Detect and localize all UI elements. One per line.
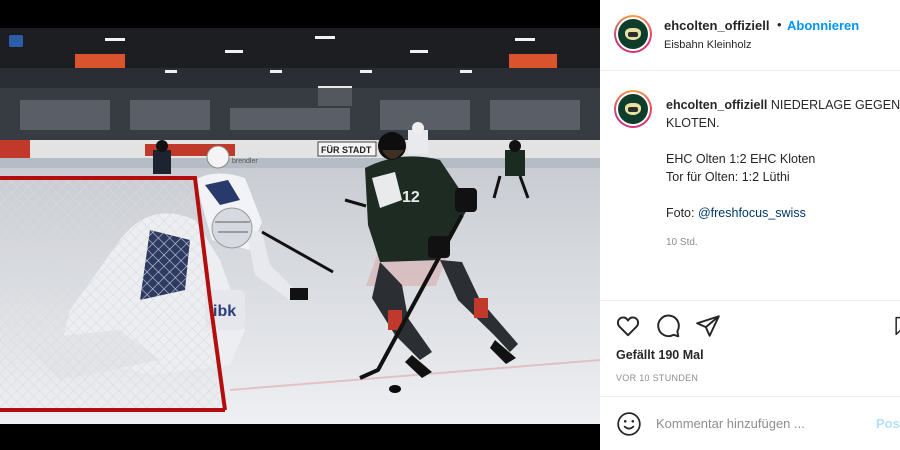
header-username-link[interactable]: ehcolten_offiziell [664, 18, 769, 33]
caption-line-1: NIEDERLAGE GEGEN [770, 98, 900, 112]
caption-line-5: Foto: @freshfocus_swiss [666, 204, 900, 222]
caption-line-2: KLOTEN. [666, 116, 720, 130]
comment-input[interactable] [656, 413, 856, 433]
goalie-sponsor-text: ibk [213, 303, 236, 320]
team-logo-icon [618, 94, 648, 124]
board-sign-fuer-stadt: FÜR STADT [321, 145, 372, 155]
caption-photo-prefix: Foto: [666, 206, 698, 220]
caption-text: ehcolten_offiziell NIEDERLAGE GEGEN KLOT… [666, 96, 900, 222]
post-side-panel: ehcolten_offiziell • Abonnieren Eisbahn … [600, 0, 900, 450]
caption-avatar[interactable] [614, 90, 652, 128]
avatar-ring [616, 17, 650, 51]
photographer-mention-link[interactable]: @freshfocus_swiss [698, 206, 806, 220]
caption-line-4: Tor für Olten: 1:2 Lüthi [666, 170, 790, 184]
post-header: ehcolten_offiziell • Abonnieren Eisbahn … [600, 0, 900, 71]
avatar-ring [616, 92, 650, 126]
caption-username-link[interactable]: ehcolten_offiziell [666, 98, 767, 112]
action-bar: Gefällt 190 Mal VOR 10 STUNDEN [600, 300, 900, 396]
header-separator: • [777, 17, 782, 32]
caption-age: 10 Std. [666, 237, 698, 248]
caption-gap [666, 132, 900, 150]
post-timestamp[interactable]: VOR 10 STUNDEN [616, 373, 698, 383]
olten-jersey-number: 12 [402, 189, 420, 206]
location-link[interactable]: Eisbahn Kleinholz [664, 39, 751, 51]
profile-avatar[interactable] [614, 15, 652, 53]
caption-section: ehcolten_offiziell NIEDERLAGE GEGEN KLOT… [600, 72, 900, 300]
caption-line-3: EHC Olten 1:2 EHC Kloten [666, 152, 816, 166]
post-photo[interactable]: FÜR STADT ibk 12 brendler [0, 0, 600, 450]
hockey-scene-image: FÜR STADT ibk 12 brendler [0, 0, 600, 450]
post-comment-button[interactable]: Posten [876, 416, 900, 431]
comment-bubble-icon[interactable] [655, 313, 681, 339]
caption-first-line: ehcolten_offiziell NIEDERLAGE GEGEN [666, 96, 900, 114]
paper-plane-icon[interactable] [695, 313, 721, 339]
comment-form: Posten [600, 396, 900, 450]
heart-icon[interactable] [615, 313, 641, 339]
follow-button[interactable]: Abonnieren [787, 18, 859, 33]
bookmark-icon[interactable] [892, 313, 900, 339]
likes-count[interactable]: Gefällt 190 Mal [616, 348, 704, 362]
board-sign-brendler: brendler [232, 158, 258, 165]
caption-gap [666, 186, 900, 204]
smiley-icon[interactable] [616, 411, 642, 437]
team-logo-icon [618, 19, 648, 49]
instagram-post-modal: FÜR STADT ibk 12 brendler ehcolten_offiz… [0, 0, 900, 450]
